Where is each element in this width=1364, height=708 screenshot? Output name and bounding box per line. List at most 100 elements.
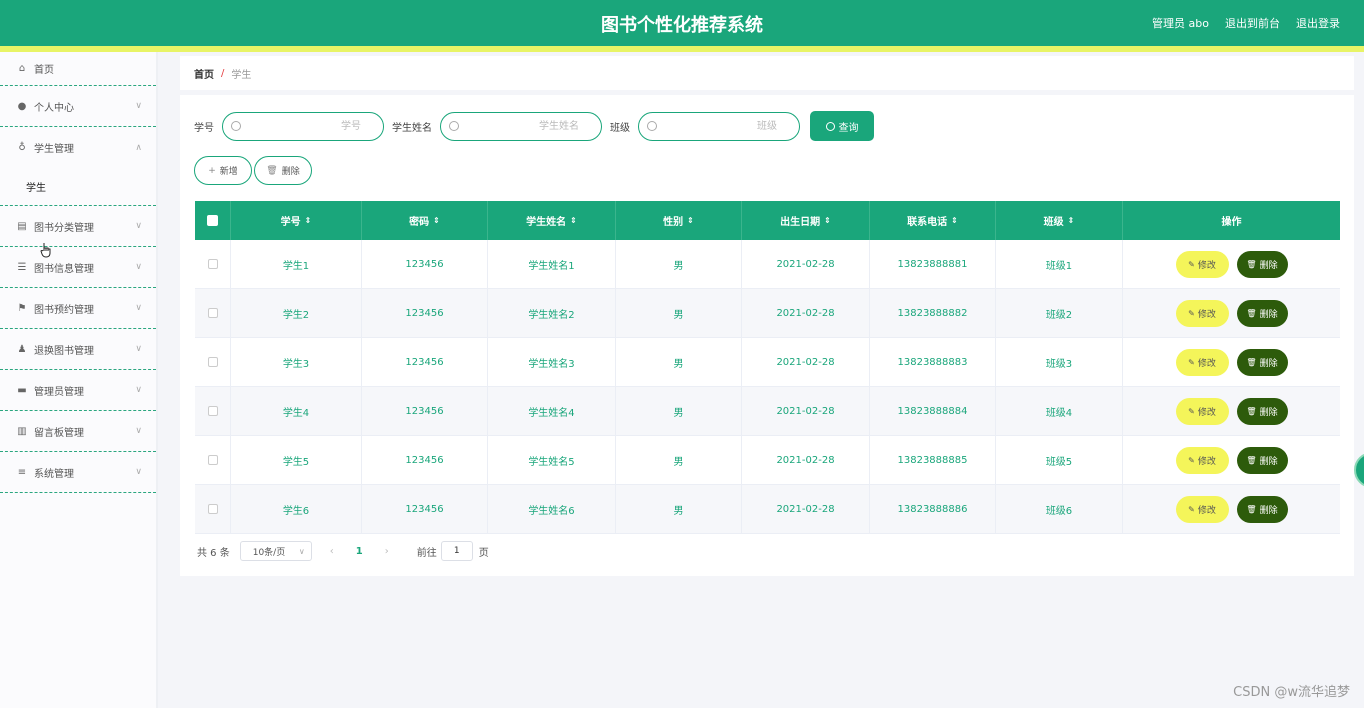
student-name-search[interactable] bbox=[440, 111, 602, 141]
edit-button[interactable]: ✎ 修改 bbox=[1175, 250, 1229, 278]
sidebar-item-book-reservation[interactable]: ⚑ 图书预约管理 ∨ bbox=[0, 288, 156, 329]
delete-button[interactable]: 🗑 删除 bbox=[1236, 348, 1288, 376]
table-row: 学生6 123456 学生姓名6 男 2021-02-28 13823888886 班级6 ✎… bbox=[195, 485, 1340, 534]
row-select-cell[interactable] bbox=[195, 436, 231, 484]
page-size-select[interactable]: 10条/页 ∨ bbox=[239, 541, 312, 561]
chevron-down-icon: ∨ bbox=[135, 467, 142, 477]
row-checkbox[interactable] bbox=[207, 504, 218, 514]
bar-chart-icon: ▥ bbox=[17, 425, 27, 437]
delete-button-label: 删除 bbox=[1259, 309, 1278, 320]
birthdate-cell: 2021-02-28 bbox=[742, 436, 870, 484]
current-user: 管理员 abo bbox=[1152, 17, 1209, 30]
column-header-password[interactable]: 密码 ⇕ bbox=[362, 201, 488, 240]
row-checkbox[interactable] bbox=[207, 357, 218, 367]
table-row: 学生2 123456 学生姓名2 男 2021-02-28 13823888882 班级2 ✎… bbox=[195, 289, 1340, 338]
edit-button[interactable]: ✎ 修改 bbox=[1175, 397, 1229, 425]
sidebar-item-student-mgmt[interactable]: ♁ 学生管理 ∧ bbox=[0, 127, 156, 168]
sidebar-item-label: 图书预约管理 bbox=[34, 304, 94, 316]
action-buttons: + 新增 🗑 删除 bbox=[194, 156, 312, 185]
add-button[interactable]: + 新增 bbox=[194, 156, 252, 185]
sort-icon: ⇕ bbox=[304, 216, 312, 225]
gender-cell: 男 bbox=[616, 436, 742, 484]
student-id-input[interactable] bbox=[223, 112, 383, 140]
page-number[interactable]: 1 bbox=[356, 546, 363, 557]
sidebar-item-profile[interactable]: ● 个人中心 ∨ bbox=[0, 86, 156, 127]
delete-button[interactable]: 🗑 删除 bbox=[1236, 299, 1288, 327]
class-search[interactable] bbox=[638, 111, 800, 141]
birthdate-cell: 2021-02-28 bbox=[742, 289, 870, 337]
column-header-label: 操作 bbox=[1221, 217, 1242, 228]
table-row: 学生1 123456 学生姓名1 男 2021-02-28 13823888881 班级1 ✎… bbox=[195, 240, 1340, 289]
column-header-gender[interactable]: 性别 ⇕ bbox=[616, 201, 742, 240]
goto-page-input[interactable]: 1 bbox=[440, 541, 473, 561]
row-checkbox[interactable] bbox=[207, 406, 218, 416]
gender-cell: 男 bbox=[616, 240, 742, 288]
column-header-name[interactable]: 学生姓名 ⇕ bbox=[488, 201, 616, 240]
row-checkbox[interactable] bbox=[207, 308, 218, 318]
row-select-cell[interactable] bbox=[195, 338, 231, 386]
row-select-cell[interactable] bbox=[195, 240, 231, 288]
query-button[interactable]: 查询 bbox=[810, 111, 874, 141]
student-id-cell: 学生2 bbox=[231, 289, 362, 337]
column-header-label: 性别 bbox=[663, 217, 684, 228]
student-id-search[interactable] bbox=[222, 111, 384, 141]
select-all-checkbox[interactable] bbox=[207, 215, 218, 226]
sidebar-item-system[interactable]: ≡ 系统管理 ∨ bbox=[0, 452, 156, 493]
class-cell: 班级4 bbox=[996, 387, 1123, 435]
sidebar-item-book-category[interactable]: ▤ 图书分类管理 ∨ bbox=[0, 206, 156, 247]
prev-page-icon[interactable]: ‹ bbox=[330, 546, 334, 557]
row-checkbox[interactable] bbox=[207, 259, 218, 269]
class-input[interactable] bbox=[639, 112, 799, 140]
column-header-actions: 操作 bbox=[1123, 201, 1340, 240]
plus-icon: + bbox=[208, 165, 216, 176]
student-table: 学号 ⇕ 密码 ⇕ 学生姓名 ⇕ 性别 ⇕ 出生日期 ⇕ 联系电话 ⇕ 班级 ⇕ 操作 学生1… bbox=[195, 201, 1340, 534]
delete-button[interactable]: 🗑 删除 bbox=[1236, 397, 1288, 425]
edit-button[interactable]: ✎ 修改 bbox=[1175, 299, 1229, 327]
edit-button[interactable]: ✎ 修改 bbox=[1175, 495, 1229, 523]
main-panel: 学号 学生姓名 班级 查询 + 新增 🗑 删除 bbox=[180, 95, 1354, 576]
delete-button-label: 删除 bbox=[1259, 505, 1278, 516]
row-select-cell[interactable] bbox=[195, 387, 231, 435]
sidebar-item-book-return[interactable]: ♟ 退换图书管理 ∨ bbox=[0, 329, 156, 370]
column-header-class[interactable]: 班级 ⇕ bbox=[996, 201, 1123, 240]
floating-side-button[interactable] bbox=[1354, 452, 1364, 488]
student-name-input[interactable] bbox=[441, 112, 601, 140]
row-actions: ✎ 修改 🗑 删除 bbox=[1123, 436, 1340, 484]
row-select-cell[interactable] bbox=[195, 289, 231, 337]
search-label-id: 学号 bbox=[194, 122, 214, 134]
column-header-label: 学号 bbox=[280, 217, 301, 228]
delete-button[interactable]: 🗑 删除 bbox=[1236, 495, 1288, 523]
next-page-icon[interactable]: › bbox=[385, 546, 389, 557]
delete-button[interactable]: 🗑 删除 bbox=[1236, 446, 1288, 474]
gender-cell: 男 bbox=[616, 338, 742, 386]
row-actions: ✎ 修改 🗑 删除 bbox=[1123, 387, 1340, 435]
edit-button[interactable]: ✎ 修改 bbox=[1175, 446, 1229, 474]
sidebar-item-admin-mgmt[interactable]: ▬ 管理员管理 ∨ bbox=[0, 370, 156, 411]
column-header-birthdate[interactable]: 出生日期 ⇕ bbox=[742, 201, 870, 240]
sidebar-item-message-board[interactable]: ▥ 留言板管理 ∨ bbox=[0, 411, 156, 452]
edit-button-label: 修改 bbox=[1197, 407, 1216, 418]
student-id-cell: 学生3 bbox=[231, 338, 362, 386]
logout-link[interactable]: 退出登录 bbox=[1296, 15, 1340, 31]
sidebar-item-home[interactable]: ⌂ 首页 bbox=[0, 52, 156, 86]
column-header-phone[interactable]: 联系电话 ⇕ bbox=[870, 201, 996, 240]
row-checkbox[interactable] bbox=[207, 455, 218, 465]
breadcrumb-home[interactable]: 首页 bbox=[194, 66, 214, 81]
batch-delete-button[interactable]: 🗑 删除 bbox=[254, 156, 312, 185]
sidebar-subitem-student[interactable]: 学生 bbox=[0, 168, 156, 206]
chevron-up-icon: ∧ bbox=[135, 142, 142, 153]
delete-button-label: 删除 bbox=[1259, 260, 1278, 271]
delete-button[interactable]: 🗑 删除 bbox=[1236, 250, 1288, 278]
column-header-label: 出生日期 bbox=[780, 217, 821, 228]
pencil-icon: ✎ bbox=[1188, 504, 1195, 514]
trash-icon: 🗑 bbox=[1246, 308, 1257, 318]
row-actions: ✎ 修改 🗑 删除 bbox=[1123, 240, 1340, 288]
mic-icon: ♁ bbox=[18, 142, 26, 153]
search-icon bbox=[231, 120, 241, 131]
edit-button[interactable]: ✎ 修改 bbox=[1175, 348, 1229, 376]
exit-to-front-link[interactable]: 退出到前台 bbox=[1225, 15, 1280, 31]
row-select-cell[interactable] bbox=[195, 485, 231, 533]
sidebar-item-book-info[interactable]: ☰ 图书信息管理 ∨ bbox=[0, 247, 156, 288]
column-header-id[interactable]: 学号 ⇕ bbox=[231, 201, 362, 240]
select-all-cell[interactable] bbox=[195, 201, 231, 240]
